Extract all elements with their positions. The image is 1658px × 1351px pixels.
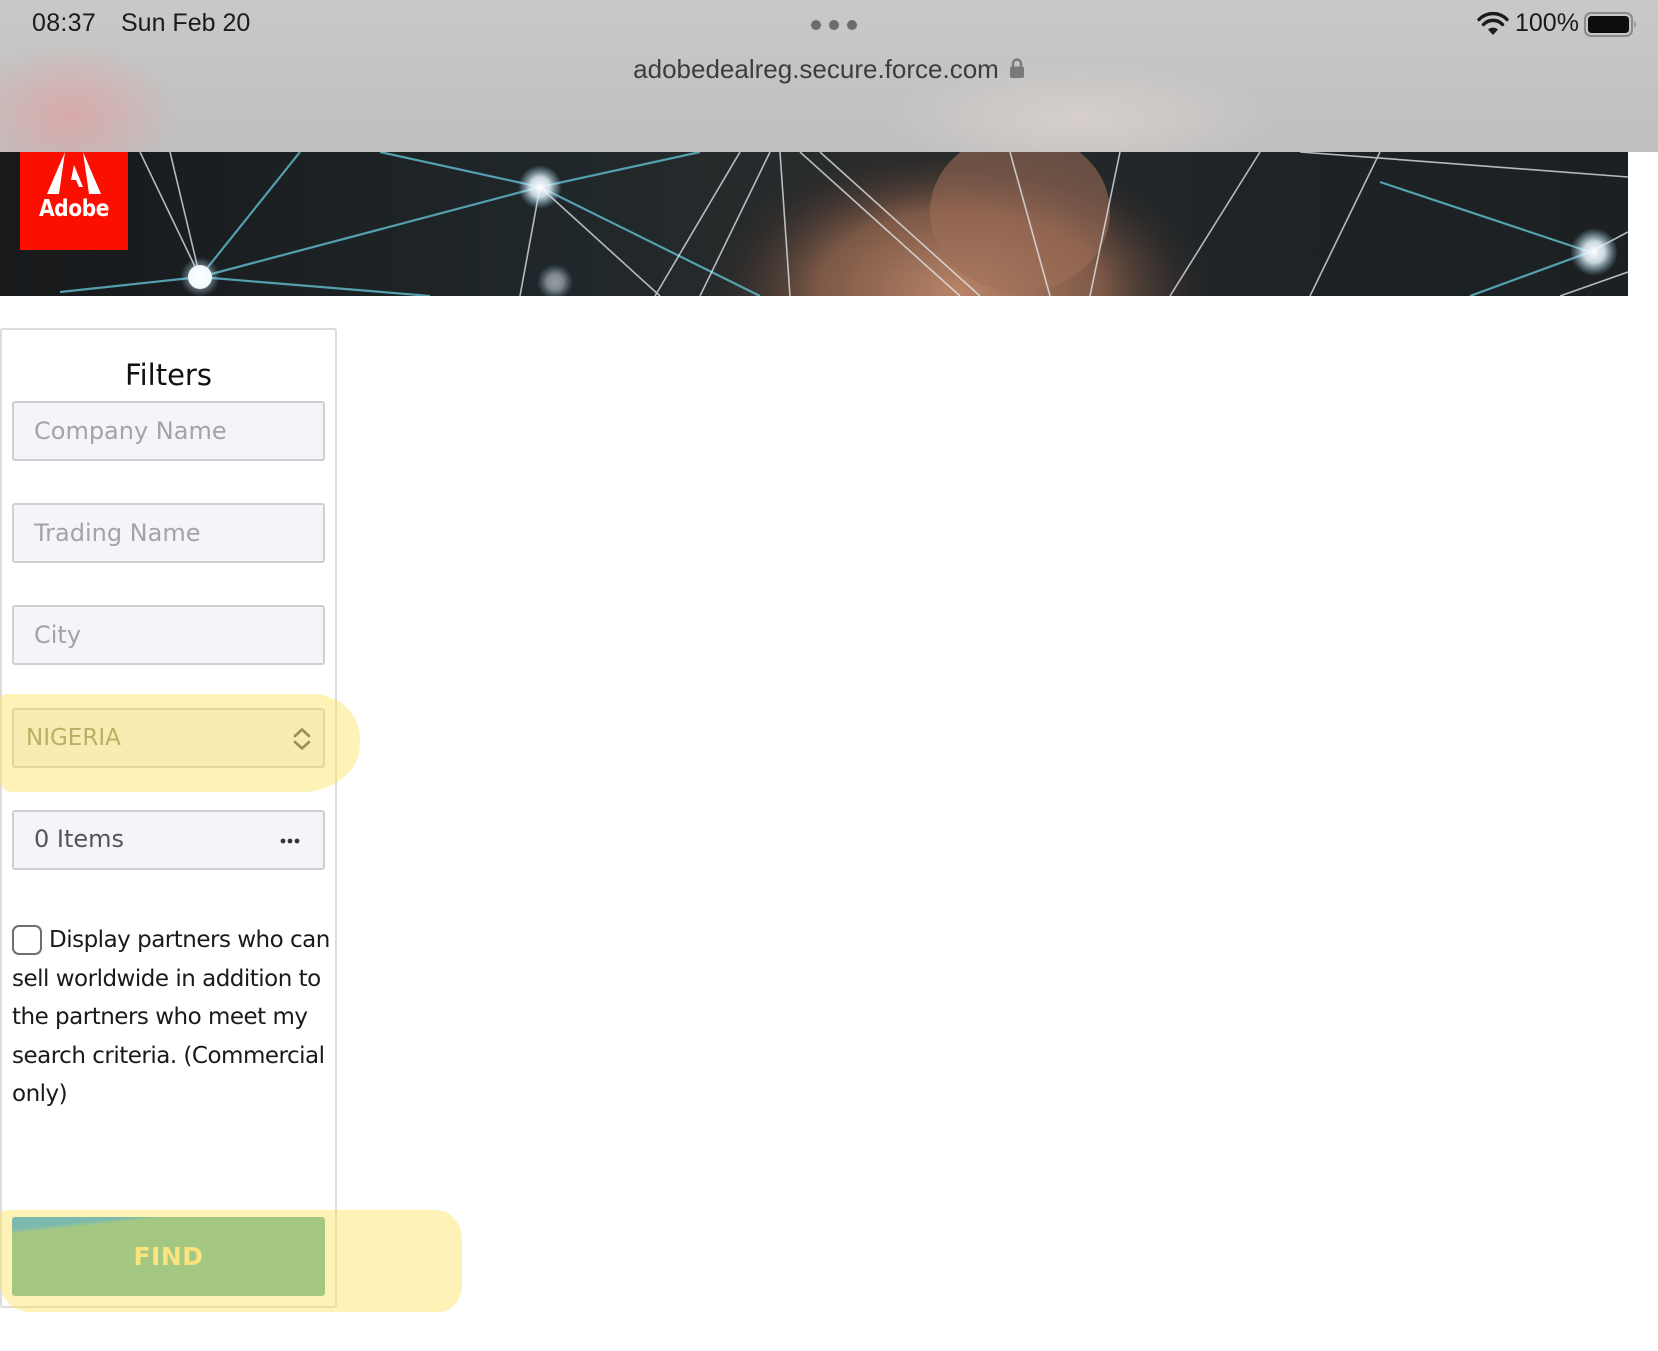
ellipsis-icon[interactable] xyxy=(280,838,300,844)
url-text: adobedealreg.secure.force.com xyxy=(633,54,999,84)
battery-percent: 100% xyxy=(1515,9,1579,37)
company-name-input[interactable] xyxy=(12,401,325,461)
adobe-a-icon xyxy=(47,152,101,194)
browser-chrome: 08:37 Sun Feb 20 100% adobedealreg.secur… xyxy=(0,0,1658,152)
lock-icon xyxy=(1009,58,1024,79)
city-input[interactable] xyxy=(12,605,325,665)
chevron-updown-icon xyxy=(293,728,311,750)
status-time: 08:37 xyxy=(32,9,97,37)
trading-name-input[interactable] xyxy=(12,503,325,563)
header-banner xyxy=(0,152,1628,296)
items-count: 0 Items xyxy=(34,825,125,853)
status-date: Sun Feb 20 xyxy=(121,9,251,37)
worldwide-checkbox[interactable] xyxy=(12,925,42,955)
find-button[interactable]: FIND xyxy=(12,1217,325,1296)
address-bar[interactable]: adobedealreg.secure.force.com xyxy=(0,54,1658,85)
worldwide-checkbox-label: Display partners who can sell worldwide … xyxy=(12,927,330,1107)
adobe-logo[interactable]: Adobe xyxy=(20,152,128,250)
country-selected-value: NIGERIA xyxy=(26,725,121,751)
banner-edge xyxy=(1628,167,1658,296)
country-select[interactable]: NIGERIA xyxy=(12,708,325,768)
filters-title: Filters xyxy=(125,358,212,392)
items-multiselect[interactable]: 0 Items xyxy=(12,810,325,870)
logo-text: Adobe xyxy=(38,196,110,222)
more-dots-icon[interactable] xyxy=(811,20,857,30)
network-graphic xyxy=(59,152,1628,296)
battery-icon xyxy=(1584,12,1636,37)
wifi-icon xyxy=(1477,11,1509,35)
